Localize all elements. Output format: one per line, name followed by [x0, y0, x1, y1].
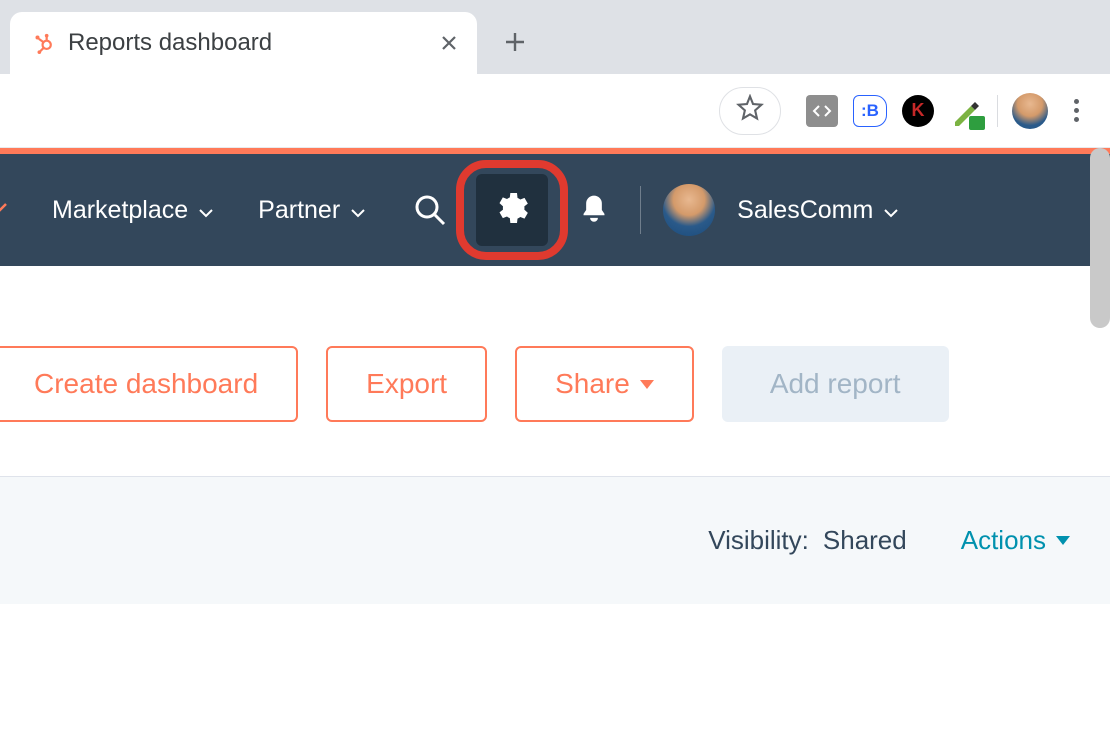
browser-tab[interactable]: Reports dashboard	[10, 12, 477, 74]
blue-ext-icon[interactable]: :B	[853, 94, 887, 128]
code-ext-icon[interactable]	[805, 94, 839, 128]
account-name: SalesComm	[737, 196, 873, 225]
button-label: Export	[366, 368, 447, 400]
color-picker-ext-icon[interactable]	[949, 94, 983, 128]
browser-tab-strip: Reports dashboard	[0, 0, 1110, 74]
nav-divider	[640, 186, 641, 234]
tab-title: Reports dashboard	[68, 29, 425, 57]
chevron-down-icon	[350, 196, 366, 225]
nav-partner[interactable]: Partner	[258, 196, 366, 225]
add-report-button[interactable]: Add report	[722, 346, 949, 422]
notifications-icon[interactable]	[570, 186, 618, 234]
account-switcher[interactable]: SalesComm	[737, 196, 899, 225]
new-tab-button[interactable]	[495, 22, 535, 62]
actions-label: Actions	[961, 525, 1046, 556]
browser-toolbar: :B K	[0, 74, 1110, 148]
search-icon[interactable]	[406, 186, 454, 234]
chevron-down-icon[interactable]	[0, 201, 8, 219]
nav-label: Partner	[258, 196, 340, 225]
toolbar-divider	[997, 95, 998, 127]
nav-label: Marketplace	[52, 196, 188, 225]
hubspot-icon	[32, 32, 54, 54]
button-label: Share	[555, 368, 630, 400]
create-dashboard-button[interactable]: Create dashboard	[0, 346, 298, 422]
dashboard-actions: Create dashboard Export Share Add report	[0, 266, 1110, 477]
caret-down-icon	[640, 380, 654, 389]
scrollbar[interactable]	[1090, 148, 1110, 328]
share-button[interactable]: Share	[515, 346, 694, 422]
profile-avatar[interactable]	[1012, 93, 1048, 129]
settings-button[interactable]	[476, 174, 548, 246]
caret-down-icon	[1056, 536, 1070, 545]
chevron-down-icon	[883, 196, 899, 225]
close-icon[interactable]	[439, 33, 459, 53]
star-icon[interactable]	[736, 94, 764, 127]
button-label: Add report	[770, 368, 901, 400]
main-nav: Marketplace Partner SalesComm	[0, 154, 1110, 266]
chevron-down-icon	[198, 196, 214, 225]
dashboard-content: Visibility: Shared Actions	[0, 477, 1110, 604]
k-ext-icon[interactable]: K	[901, 94, 935, 128]
visibility-row: Visibility: Shared Actions	[40, 525, 1070, 556]
gear-icon	[492, 188, 532, 233]
nav-marketplace[interactable]: Marketplace	[52, 196, 214, 225]
visibility-value: Shared	[823, 525, 907, 556]
address-bar-end[interactable]	[719, 87, 781, 135]
browser-menu-icon[interactable]	[1062, 97, 1090, 125]
actions-dropdown[interactable]: Actions	[961, 525, 1070, 556]
export-button[interactable]: Export	[326, 346, 487, 422]
button-label: Create dashboard	[34, 368, 258, 400]
visibility-label: Visibility:	[708, 525, 809, 556]
user-avatar[interactable]	[663, 184, 715, 236]
